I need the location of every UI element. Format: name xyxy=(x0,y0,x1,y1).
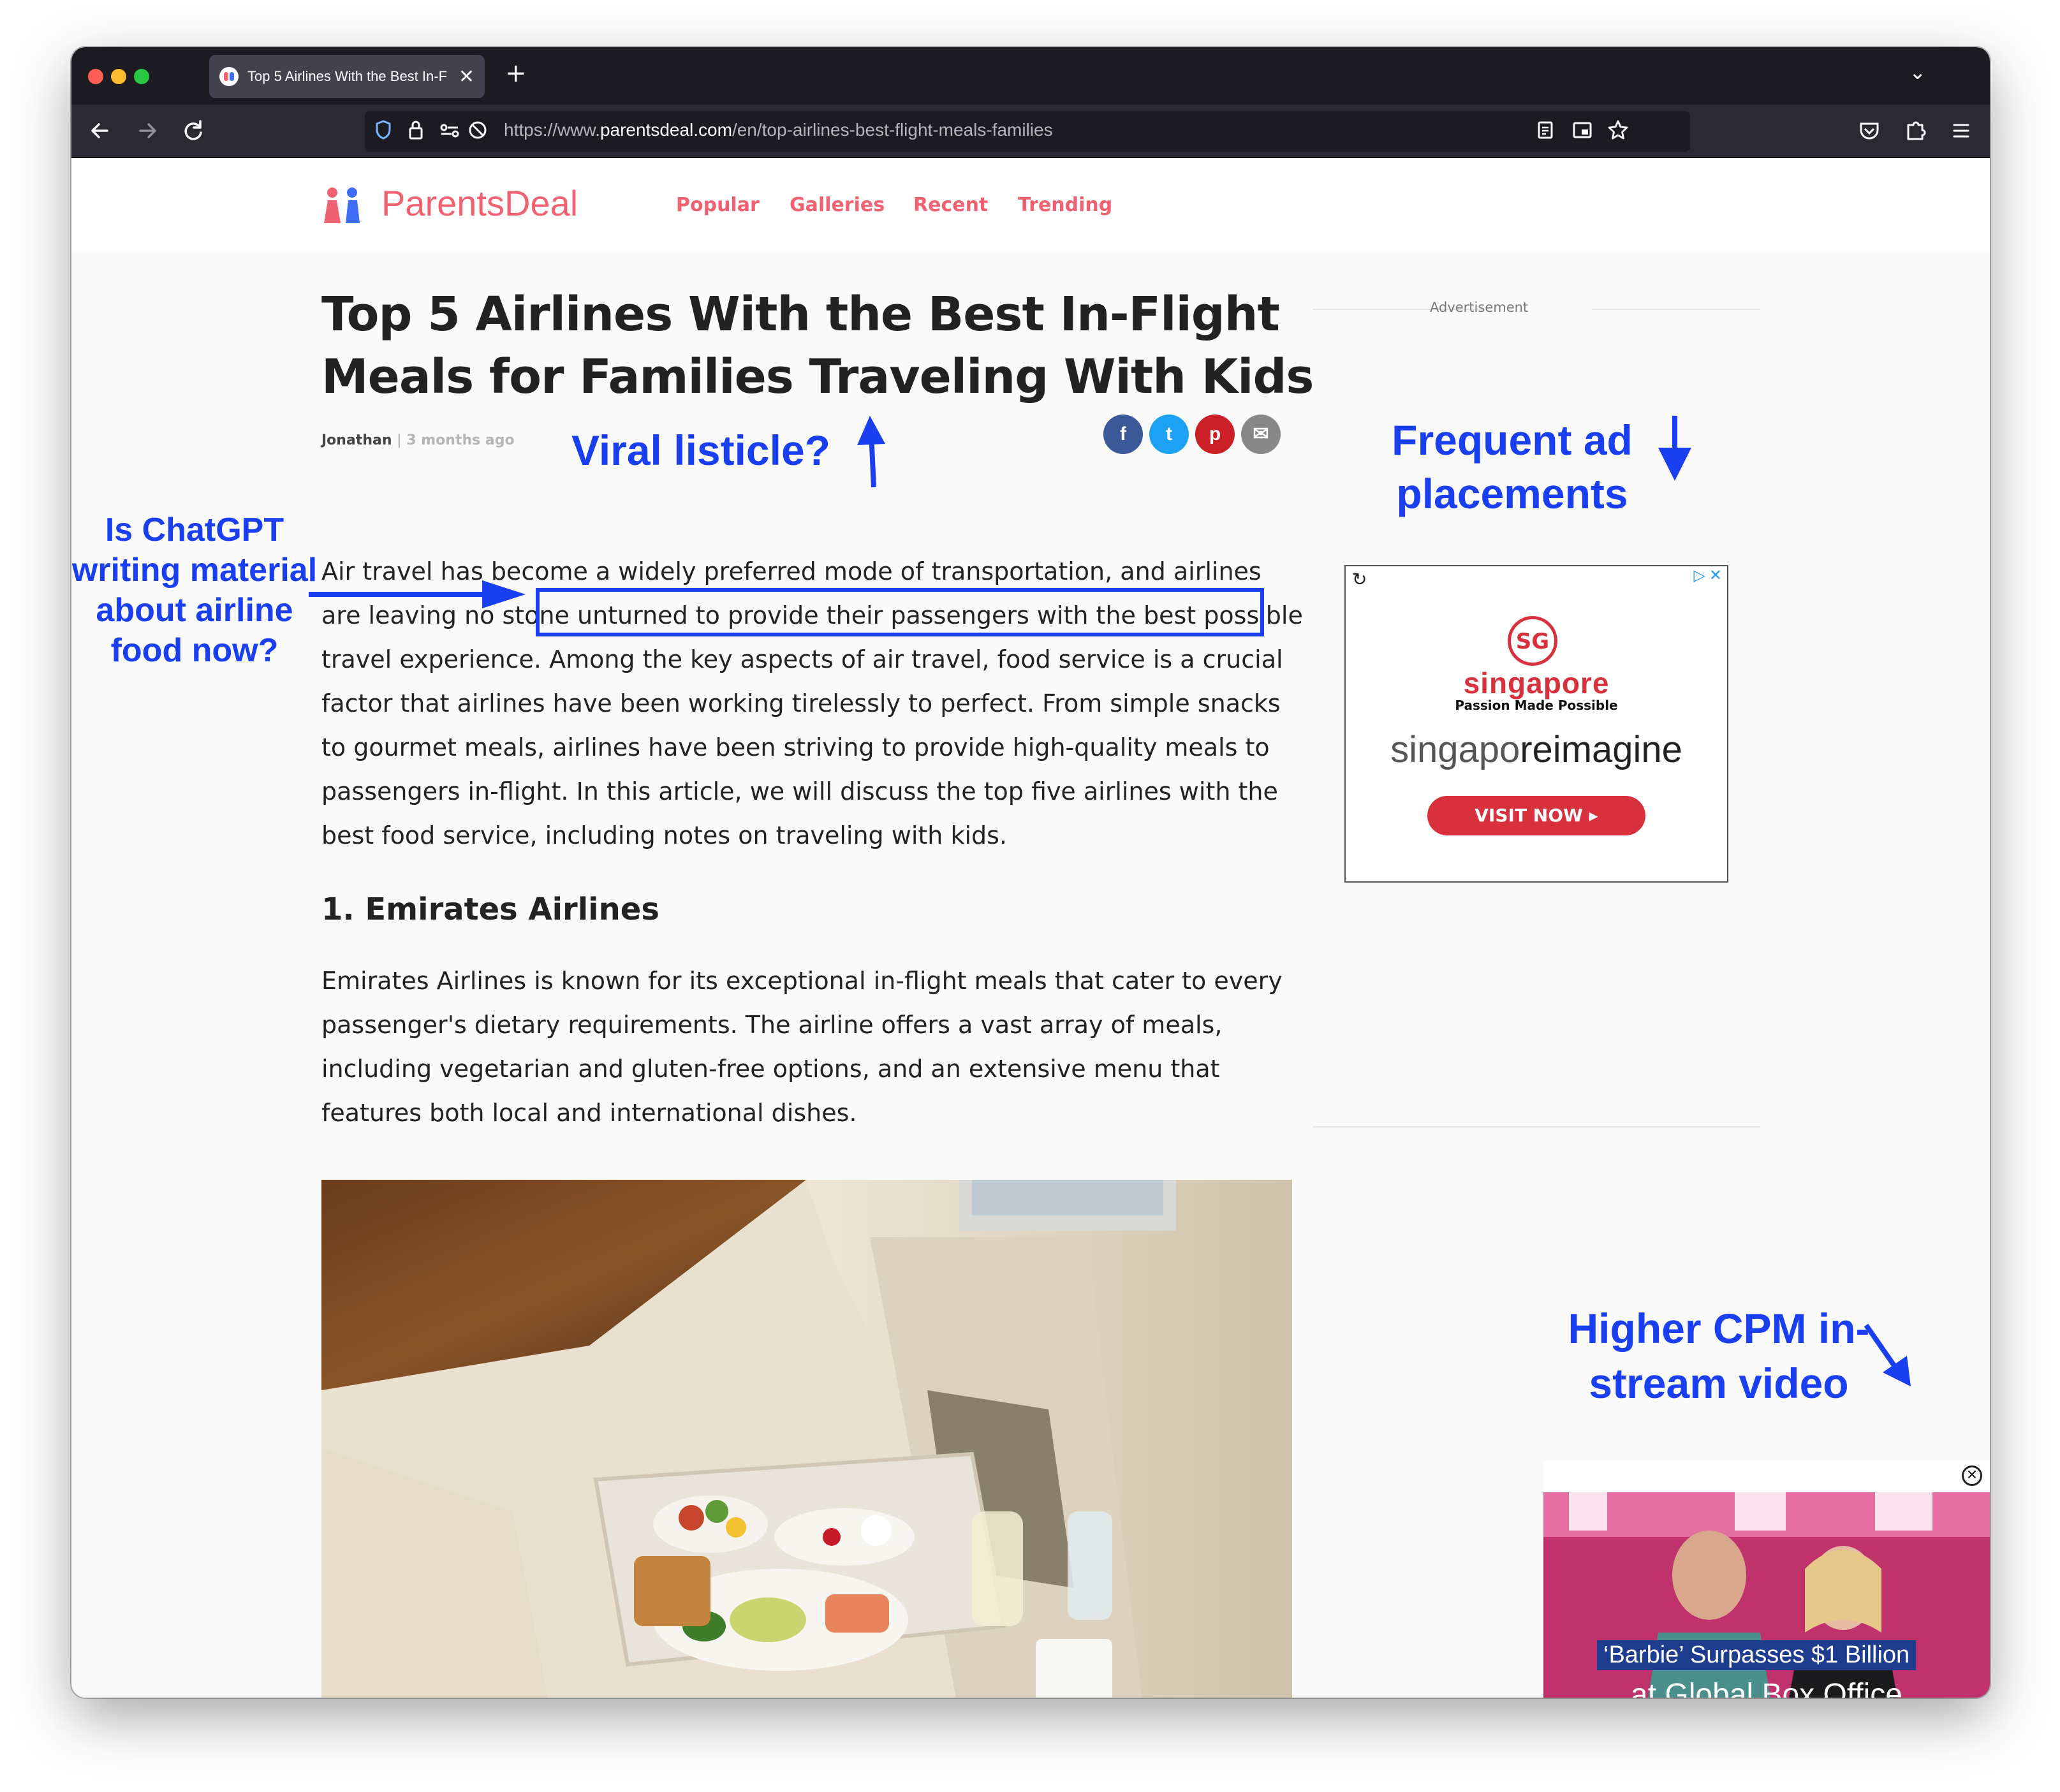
site-favicon-icon xyxy=(219,67,239,86)
ad-headline: singaporeimagine xyxy=(1390,729,1682,770)
article-byline: Jonathan | 3 months ago xyxy=(321,432,515,448)
arrow-right-icon xyxy=(139,123,156,138)
menu-button[interactable] xyxy=(1946,116,1976,145)
pocket-icon xyxy=(1860,122,1879,140)
instream-video-player[interactable]: ✕ ‘Barbie’ Surpasses $1 Billion at Globa… xyxy=(1543,1460,1990,1698)
nav-link-popular[interactable]: Popular xyxy=(676,194,760,216)
back-button[interactable] xyxy=(85,116,115,145)
site-logo-text[interactable]: ParentsDeal xyxy=(381,182,578,224)
extensions-button[interactable] xyxy=(1901,116,1930,145)
minimize-window-button[interactable] xyxy=(111,69,126,84)
video-frame[interactable]: ‘Barbie’ Surpasses $1 Billion at Global … xyxy=(1543,1492,1990,1698)
video-caption-line1: ‘Barbie’ Surpasses $1 Billion xyxy=(1597,1640,1917,1670)
forward-button[interactable] xyxy=(133,116,162,145)
singapore-tagline: Passion Made Possible xyxy=(1455,698,1618,713)
annotation-chatgpt: Is ChatGPT writing material about airlin… xyxy=(71,511,318,669)
active-tab[interactable]: Top 5 Airlines With the Best In-F ✕ xyxy=(209,55,485,98)
article-emirates-paragraph: Emirates Airlines is known for its excep… xyxy=(321,967,1283,1127)
tab-title: Top 5 Airlines With the Best In-F xyxy=(247,68,448,84)
address-bar[interactable]: https://www.parentsdeal.com/en/top-airli… xyxy=(365,111,1690,152)
tracking-protection-icon[interactable] xyxy=(467,117,489,151)
video-close-button[interactable]: ✕ xyxy=(1962,1465,1982,1486)
reload-button[interactable] xyxy=(179,116,208,145)
navigation-toolbar: https://www.parentsdeal.com/en/top-airli… xyxy=(71,105,1990,158)
arrow-down-icon xyxy=(1658,416,1691,481)
ad-visit-now-button[interactable]: VISIT NOW ▸ xyxy=(1427,796,1645,835)
advertisement-label: Advertisement xyxy=(1430,300,1529,315)
bookmark-star-icon[interactable] xyxy=(1607,117,1629,151)
new-tab-button[interactable]: + xyxy=(505,59,527,88)
byline-separator: | xyxy=(397,432,402,448)
arrow-down-right-icon xyxy=(1864,1323,1911,1386)
highlight-box xyxy=(536,588,1264,636)
arrow-right-icon xyxy=(309,580,526,608)
tab-close-icon[interactable]: ✕ xyxy=(459,66,475,88)
page-viewport: ParentsDeal Popular Galleries Recent Tre… xyxy=(71,158,1990,1698)
arrow-left-icon xyxy=(91,123,108,138)
ad-replay-icon[interactable]: ↻ xyxy=(1352,569,1367,590)
reload-icon xyxy=(184,120,202,140)
tab-bar: Top 5 Airlines With the Best In-F ✕ + ⌄ xyxy=(71,47,1990,105)
video-caption-line2: at Global Box Office xyxy=(1631,1678,1902,1698)
singapore-logo-mark: SG xyxy=(1508,616,1557,666)
arrow-up-icon xyxy=(857,416,885,488)
inflight-meal-image xyxy=(321,1180,1292,1698)
share-facebook-button[interactable]: f xyxy=(1103,415,1143,454)
share-twitter-button[interactable]: t xyxy=(1149,415,1189,454)
annotation-instream-video: Higher CPM in-stream video xyxy=(1568,1305,1870,1407)
browser-window: Top 5 Airlines With the Best In-F ✕ + ⌄ xyxy=(71,47,1990,1698)
list-all-tabs-button[interactable]: ⌄ xyxy=(1909,60,1926,84)
singapore-ad[interactable]: ↻ ▷ ✕ SG singapore Passion Made Possible… xyxy=(1344,565,1728,883)
zoom-window-button[interactable] xyxy=(134,69,149,84)
ad-close-icon[interactable]: ✕ xyxy=(1709,566,1722,584)
lock-icon[interactable] xyxy=(407,117,425,151)
site-header: ParentsDeal Popular Galleries Recent Tre… xyxy=(71,158,1990,253)
adchoices-icon[interactable]: ▷ xyxy=(1694,566,1705,584)
reader-view-icon[interactable] xyxy=(1536,117,1555,151)
annotation-ad-placements: Frequent ad placements xyxy=(1392,416,1633,517)
nav-link-galleries[interactable]: Galleries xyxy=(790,194,885,216)
author-name[interactable]: Jonathan xyxy=(321,432,392,448)
pinterest-icon: p xyxy=(1209,423,1221,444)
pocket-button[interactable] xyxy=(1855,116,1884,145)
article-title: Top 5 Airlines With the Best In-Flight M… xyxy=(321,287,1314,404)
hamburger-menu-icon xyxy=(1953,124,1969,138)
parentsdeal-logo-icon[interactable] xyxy=(321,185,364,226)
shield-icon[interactable] xyxy=(374,117,393,151)
publish-time: 3 months ago xyxy=(406,432,515,448)
facebook-icon: f xyxy=(1120,423,1126,444)
url-text[interactable]: https://www.parentsdeal.com/en/top-airli… xyxy=(504,120,1053,140)
puzzle-icon xyxy=(1907,121,1926,140)
twitter-icon: t xyxy=(1166,423,1172,444)
email-icon: ✉ xyxy=(1253,423,1269,444)
nav-link-trending[interactable]: Trending xyxy=(1018,194,1112,216)
annotation-viral-listicle: Viral listicle? xyxy=(571,427,830,474)
permissions-icon[interactable] xyxy=(439,117,460,151)
nav-link-recent[interactable]: Recent xyxy=(913,194,988,216)
share-pinterest-button[interactable]: p xyxy=(1195,415,1235,454)
singapore-logo-word: singapore xyxy=(1463,666,1610,700)
share-email-button[interactable]: ✉ xyxy=(1241,415,1281,454)
section-heading-emirates: 1. Emirates Airlines xyxy=(321,892,659,927)
ad-divider-right xyxy=(1592,309,1760,310)
picture-in-picture-icon[interactable] xyxy=(1571,117,1593,151)
close-window-button[interactable] xyxy=(88,69,103,84)
ad-bottom-divider xyxy=(1313,1126,1760,1127)
